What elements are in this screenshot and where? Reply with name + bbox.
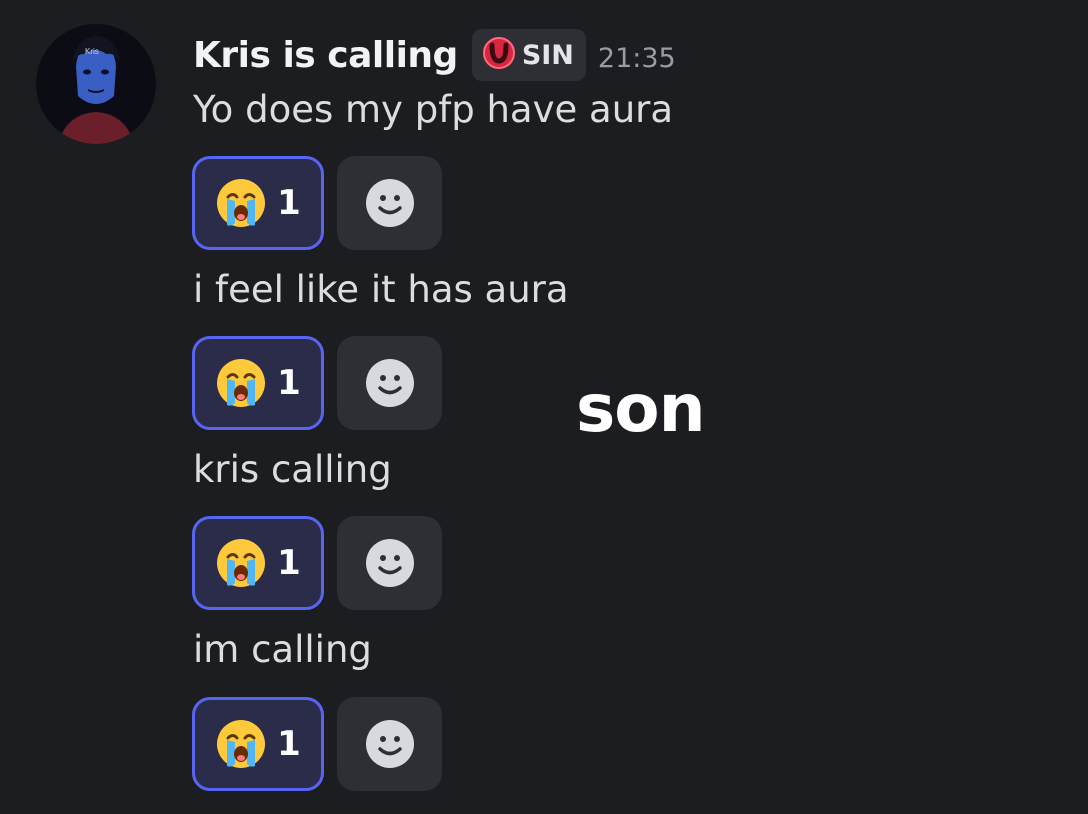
message-text: Yo does my pfp have aura	[193, 88, 674, 131]
smiley-add-icon	[365, 720, 414, 768]
reaction-bar: 1	[192, 697, 442, 791]
add-reaction-button[interactable]	[337, 156, 442, 250]
reaction-count: 1	[277, 543, 301, 583]
loudly-crying-face-icon	[217, 359, 266, 407]
add-reaction-button[interactable]	[337, 516, 442, 610]
reaction-crying-face[interactable]: 1	[192, 697, 324, 791]
overlay-caption: son	[576, 370, 706, 447]
loudly-crying-face-icon	[217, 720, 266, 768]
reaction-count: 1	[277, 183, 301, 223]
message-text: im calling	[193, 628, 372, 671]
reaction-count: 1	[277, 363, 301, 403]
message-text: i feel like it has aura	[193, 268, 569, 311]
timestamp[interactable]: 21:35	[598, 43, 676, 74]
reaction-crying-face[interactable]: 1	[192, 336, 324, 430]
guild-tag-label: SIN	[521, 39, 574, 71]
reaction-bar: 1	[192, 156, 442, 250]
red-horseshoe-icon	[481, 35, 517, 75]
message-header: Kris is calling SIN 21:35	[193, 28, 676, 82]
reaction-bar: 1	[192, 516, 442, 610]
loudly-crying-face-icon	[217, 179, 266, 227]
add-reaction-button[interactable]	[337, 697, 442, 791]
message-text: kris calling	[193, 448, 392, 491]
reaction-count: 1	[277, 724, 301, 764]
guild-tag[interactable]: SIN	[471, 29, 586, 81]
user-avatar[interactable]: Kris	[36, 24, 156, 144]
reaction-crying-face[interactable]: 1	[192, 516, 324, 610]
smiley-add-icon	[365, 359, 414, 407]
reaction-bar: 1	[192, 336, 442, 430]
loudly-crying-face-icon	[217, 539, 266, 587]
reaction-crying-face[interactable]: 1	[192, 156, 324, 250]
username[interactable]: Kris is calling	[193, 35, 458, 76]
smiley-add-icon	[365, 179, 414, 227]
add-reaction-button[interactable]	[337, 336, 442, 430]
avatar-text: Kris	[85, 47, 99, 56]
smiley-add-icon	[365, 539, 414, 587]
